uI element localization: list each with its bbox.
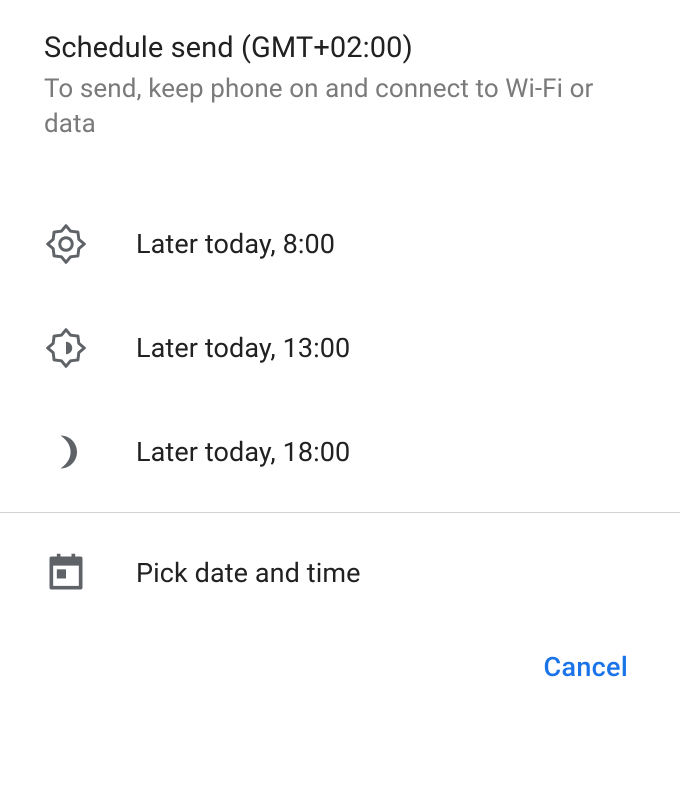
dialog-footer: Cancel: [0, 625, 680, 683]
option-later-today-morning[interactable]: Later today, 8:00: [0, 192, 680, 296]
time-options: Later today, 8:00 Later today, 13:00 Lat…: [0, 160, 680, 625]
option-label: Later today, 18:00: [136, 436, 350, 468]
cancel-button[interactable]: Cancel: [544, 651, 628, 683]
schedule-send-dialog: Schedule send (GMT+02:00) To send, keep …: [0, 0, 680, 683]
dialog-subtitle: To send, keep phone on and connect to Wi…: [44, 72, 636, 142]
brightness-high-icon: [44, 222, 88, 266]
brightness-medium-icon: [44, 326, 88, 370]
dialog-title: Schedule send (GMT+02:00): [44, 30, 636, 66]
option-label: Pick date and time: [136, 557, 361, 589]
option-pick-date-time[interactable]: Pick date and time: [0, 521, 680, 625]
night-icon: [44, 430, 88, 474]
divider: [0, 512, 680, 513]
option-label: Later today, 13:00: [136, 332, 350, 364]
dialog-header: Schedule send (GMT+02:00) To send, keep …: [0, 30, 680, 160]
option-later-today-evening[interactable]: Later today, 18:00: [0, 400, 680, 504]
option-label: Later today, 8:00: [136, 228, 335, 260]
option-later-today-afternoon[interactable]: Later today, 13:00: [0, 296, 680, 400]
calendar-icon: [44, 551, 88, 595]
